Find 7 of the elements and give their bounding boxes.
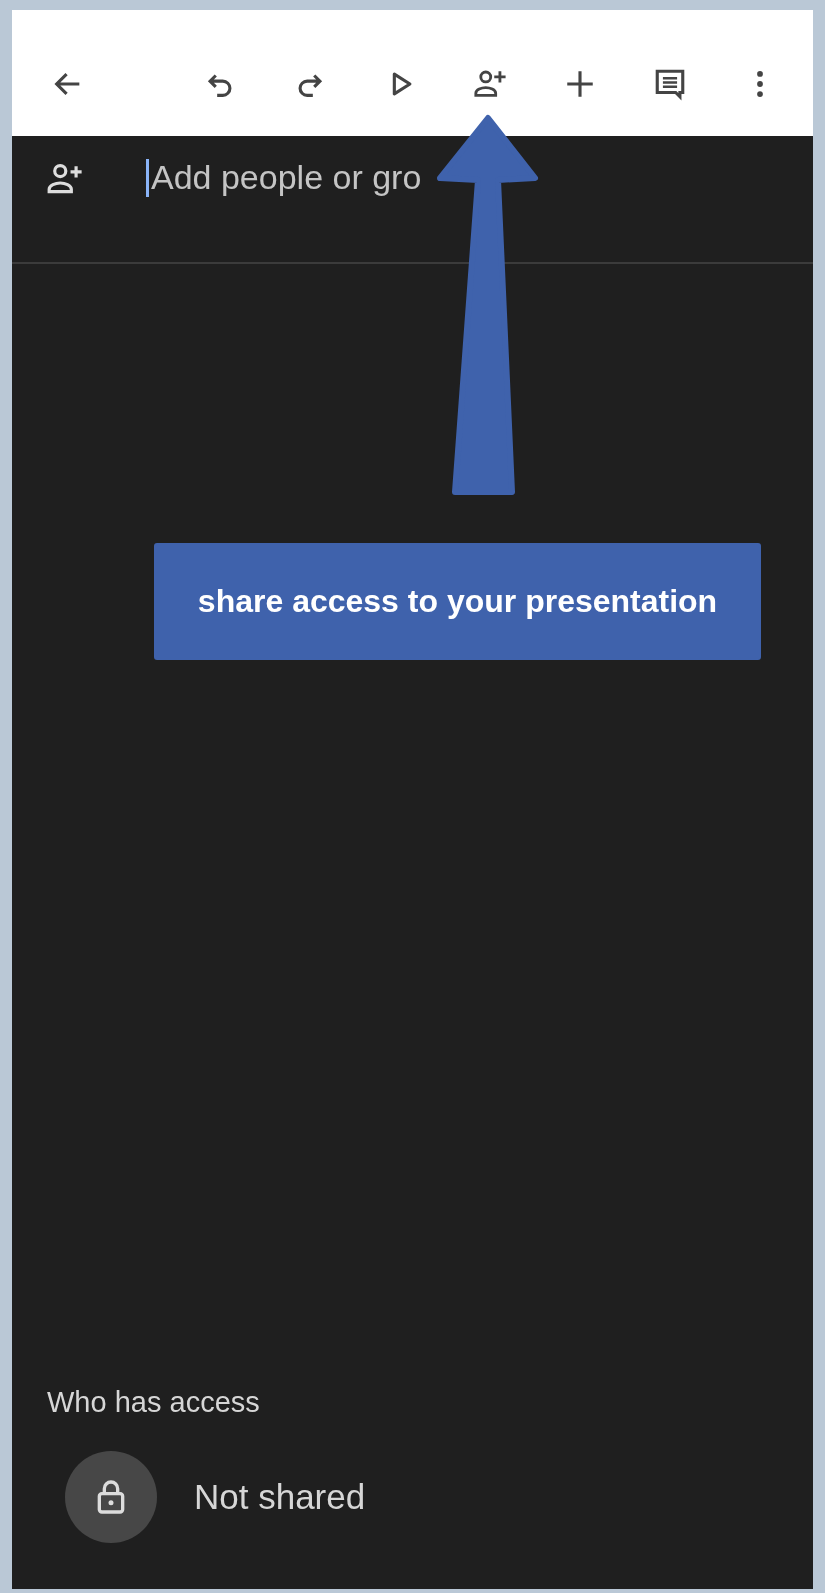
text-cursor (146, 158, 149, 197)
comment-icon (653, 67, 687, 101)
access-status: Not shared (194, 1477, 366, 1517)
callout: share access to your presentation (154, 543, 761, 660)
add-people-field[interactable]: Add people or gro (149, 158, 671, 197)
section-heading: Who has access (47, 1386, 260, 1419)
more-icon (757, 71, 763, 97)
